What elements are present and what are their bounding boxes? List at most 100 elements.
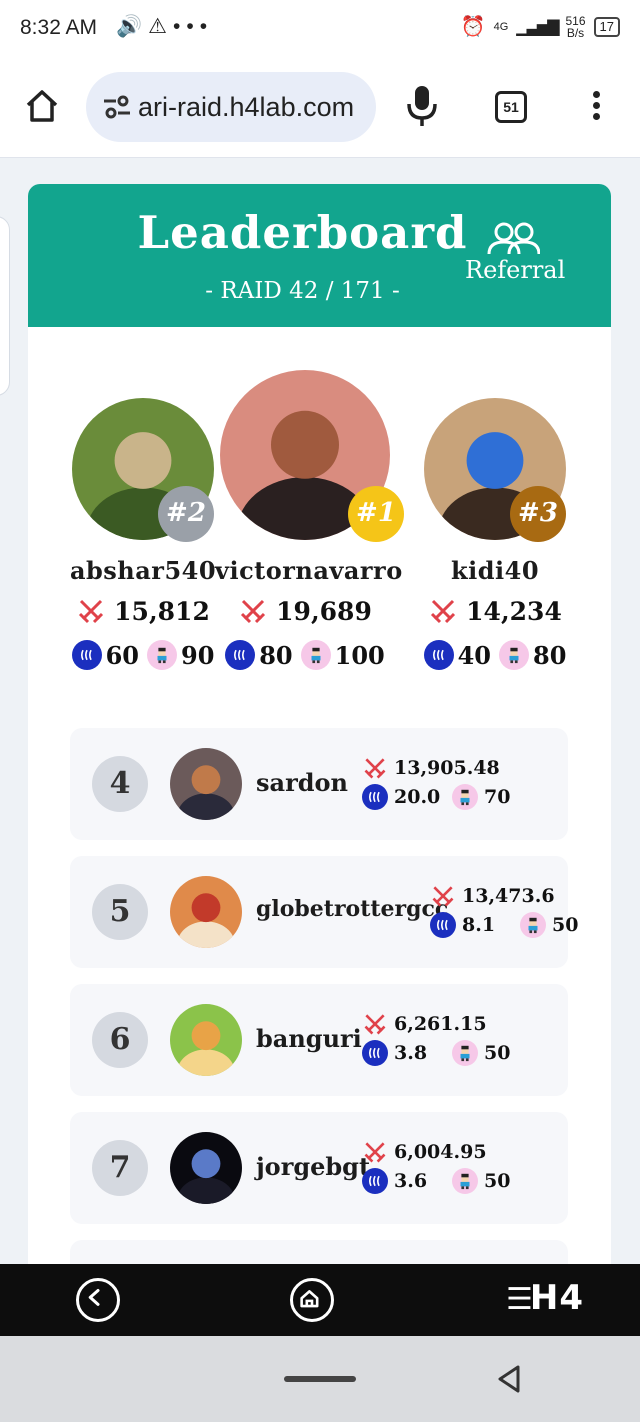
steem-icon <box>423 640 454 670</box>
username[interactable]: globetrottergcc <box>256 896 448 922</box>
pixel-reward: 50 <box>484 1042 511 1064</box>
status-icons-right: ⏰ 4G ▁▃▅▇ 516 B/s 17 <box>461 14 620 39</box>
h4-brand-button[interactable]: ☰H4 <box>506 1278 584 1318</box>
tab-switcher-button[interactable]: 51 <box>495 91 527 123</box>
rank-number: 4 <box>92 756 148 812</box>
steem-reward: 3.8 <box>394 1042 428 1064</box>
pixel-character-icon <box>499 640 529 670</box>
microphone-icon[interactable] <box>404 84 440 128</box>
podium-rewards: 80 100 <box>210 640 400 670</box>
avatar-image <box>170 748 242 820</box>
home-icon[interactable] <box>22 86 62 126</box>
pixel-character-icon <box>520 912 546 938</box>
avatar[interactable] <box>170 1004 242 1076</box>
status-bar: 8:32 AM 🔊⚠••• ⏰ 4G ▁▃▅▇ 516 B/s 17 <box>0 0 640 58</box>
avatar[interactable] <box>170 1132 242 1204</box>
steem-reward: 3.6 <box>394 1170 428 1192</box>
leaderboard-header: Leaderboard Referral - RAID 42 / 171 - <box>28 184 611 327</box>
podium-username[interactable]: abshar540 <box>53 556 233 585</box>
system-nav-bar <box>0 1336 640 1422</box>
rank-badge: #1 <box>348 486 404 542</box>
score: 6,004.95 <box>394 1141 487 1163</box>
steem-reward: 20.0 <box>394 786 441 808</box>
referral-group-icon[interactable] <box>486 220 540 260</box>
row-stats: 6,261.15 3.8 50 <box>362 1010 572 1068</box>
steem-icon <box>362 1168 388 1194</box>
chevron-left-icon <box>88 1288 100 1306</box>
list-item[interactable]: 6 banguri 6,261.15 3.8 50 <box>70 984 568 1096</box>
status-icons-left: 🔊⚠••• <box>116 14 213 39</box>
avatar[interactable] <box>170 876 242 948</box>
address-bar[interactable]: ari-raid.h4lab.com <box>86 72 376 142</box>
list-item[interactable]: 5 globetrottergcc 13,473.6 8.1 50 <box>70 856 578 968</box>
steem-icon <box>362 1040 388 1066</box>
sword-icon <box>79 599 104 624</box>
list-item[interactable]: 7 jorgebgt 6,004.95 3.6 50 <box>70 1112 568 1224</box>
pixel-character-icon <box>452 1168 478 1194</box>
list-item[interactable]: 4 sardon 13,905.48 20.0 70 <box>70 728 568 840</box>
podium-score: 19,689 <box>215 596 395 626</box>
row-stats: 13,905.48 20.0 70 <box>362 754 572 812</box>
sword-icon <box>364 1014 386 1035</box>
site-settings-icon[interactable] <box>102 95 132 119</box>
alarm-icon: ⏰ <box>460 16 486 38</box>
avatar[interactable] <box>170 748 242 820</box>
rank-badge: #3 <box>510 486 566 542</box>
username[interactable]: banguri <box>256 1024 362 1053</box>
url-text: ari-raid.h4lab.com <box>138 92 355 122</box>
side-drawer-handle[interactable] <box>0 216 10 396</box>
home-gesture-pill[interactable] <box>284 1376 356 1382</box>
pixel-reward: 50 <box>552 914 579 936</box>
podium-username[interactable]: kidi40 <box>405 556 585 585</box>
pixel-reward: 50 <box>484 1170 511 1192</box>
username[interactable]: sardon <box>256 768 348 797</box>
score: 13,905.48 <box>394 757 500 779</box>
browser-toolbar: ari-raid.h4lab.com 51 <box>0 58 640 158</box>
row-stats: 13,473.6 8.1 50 <box>430 882 611 940</box>
pixel-reward: 70 <box>484 786 511 808</box>
podium-score: 15,812 <box>53 596 233 626</box>
podium-rewards: 40 80 <box>400 640 590 670</box>
rank-number: 6 <box>92 1012 148 1068</box>
pixel-character-icon <box>452 1040 478 1066</box>
rank-badge: #2 <box>158 486 214 542</box>
avatar-image <box>170 1132 242 1204</box>
volume-icon: 🔊 <box>116 15 149 38</box>
steem-icon <box>362 784 388 810</box>
status-time: 8:32 AM <box>20 16 98 39</box>
back-button[interactable] <box>76 1278 120 1322</box>
sword-icon <box>431 599 456 624</box>
rank-number: 5 <box>92 884 148 940</box>
steem-icon <box>430 912 456 938</box>
pixel-character-icon <box>300 640 331 670</box>
network-speed: 516 B/s <box>565 13 586 40</box>
more-dots-icon: ••• <box>172 15 214 38</box>
sword-icon <box>364 758 386 779</box>
avatar-image <box>170 876 242 948</box>
battery-icon: 17 <box>593 16 620 37</box>
sword-icon <box>364 1142 386 1163</box>
score: 6,261.15 <box>394 1013 487 1035</box>
network-type: 4G <box>493 20 509 33</box>
steem-icon <box>225 640 256 670</box>
podium-score: 14,234 <box>405 596 585 626</box>
leaderboard-card: Leaderboard Referral - RAID 42 / 171 - #… <box>28 184 611 1264</box>
browser-menu-icon[interactable] <box>590 91 602 125</box>
steem-reward: 8.1 <box>462 914 496 936</box>
sword-icon <box>241 599 266 624</box>
raid-label: - RAID 42 / 171 - <box>205 278 400 304</box>
pixel-character-icon <box>452 784 478 810</box>
sword-icon <box>432 886 454 907</box>
podium-username[interactable]: victornavarro <box>215 556 402 585</box>
warning-icon: ⚠ <box>148 15 173 38</box>
row-stats: 6,004.95 3.6 50 <box>362 1138 572 1196</box>
home-outline-icon <box>300 1290 319 1308</box>
system-back-icon[interactable] <box>494 1364 524 1394</box>
home-nav-button[interactable] <box>290 1278 334 1322</box>
score: 13,473.6 <box>462 885 555 907</box>
app-bottom-nav: ☰H4 <box>0 1264 640 1336</box>
list-item[interactable] <box>70 1240 568 1264</box>
username[interactable]: jorgebgt <box>256 1152 370 1181</box>
page-content: Leaderboard Referral - RAID 42 / 171 - #… <box>0 158 640 1264</box>
pixel-character-icon <box>147 640 177 670</box>
